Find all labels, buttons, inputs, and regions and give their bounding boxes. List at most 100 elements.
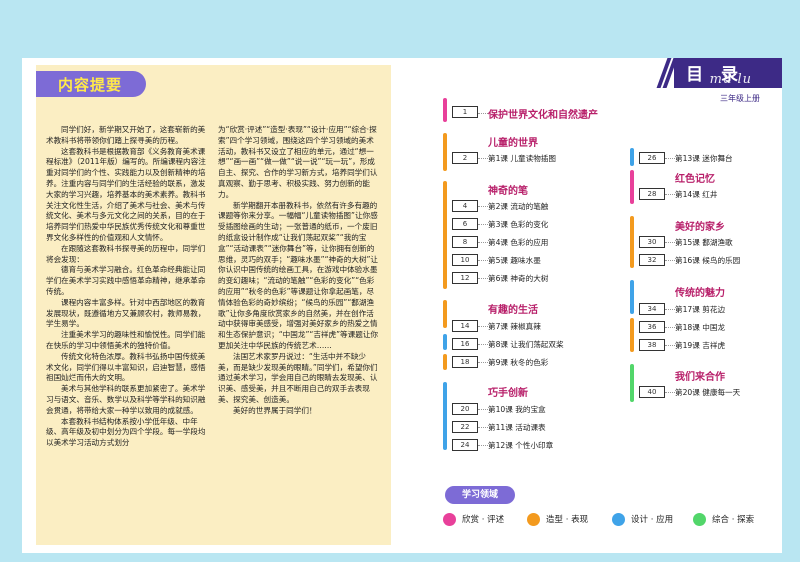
section-bar (630, 170, 634, 204)
dotted-leader (478, 158, 488, 159)
dotted-leader (665, 309, 675, 310)
dotted-leader (478, 113, 488, 114)
lesson-title: 第17课 剪花边 (675, 305, 726, 314)
page-number: 34 (639, 303, 665, 315)
dotted-leader (478, 242, 488, 243)
dotted-leader (665, 327, 675, 328)
lesson-title: 第20课 健康每一天 (675, 388, 741, 397)
summary-paragraph: 在跟随这套教科书探寻美的历程中，同学们将会发现： (46, 243, 206, 264)
lesson-title: 第11课 活动课表 (488, 423, 546, 432)
page-number: 20 (452, 403, 478, 415)
section-bar (443, 382, 447, 450)
dotted-leader (478, 224, 488, 225)
section-bar (630, 280, 634, 314)
lesson-title: 第4课 色彩的应用 (488, 238, 549, 247)
legend-item-modeling: 造型 · 表现 (527, 513, 588, 527)
legend-label: 欣赏 · 评述 (462, 515, 505, 525)
dotted-leader (665, 158, 675, 159)
lesson-title: 第8课 让我们荡起双桨 (488, 340, 564, 349)
dotted-leader (478, 362, 488, 363)
page-number: 22 (452, 421, 478, 433)
lesson-title: 第6课 神奇的大树 (488, 274, 549, 283)
lesson-title: 第19课 吉祥虎 (675, 341, 726, 350)
summary-paragraph: 新学期翻开本册教科书，依然有许多有趣的课题等你来分享。一幅幅“儿童读物插图”让你… (218, 200, 379, 350)
summary-paragraph: 德育与美术学习融合。红色革命经典能让同学们在美术学习实践中感悟革命精神，继承革命… (46, 265, 206, 296)
section-bar (443, 98, 447, 122)
lesson-title: 第18课 中国龙 (675, 323, 726, 332)
summary-paragraph: 为“欣赏·评述”“造型·表现”“设计·应用”“综合·探索”四个学习领域，围绕这四… (218, 125, 378, 199)
dotted-leader (478, 344, 488, 345)
green-dot-icon (693, 513, 706, 526)
dotted-leader (665, 242, 675, 243)
legend-label: 综合 · 探索 (712, 515, 755, 525)
lesson-title: 第16课 候鸟的乐园 (675, 256, 741, 265)
page-number: 26 (639, 152, 665, 164)
dotted-leader (478, 260, 488, 261)
page-number: 4 (452, 200, 478, 212)
section-bar (630, 364, 634, 402)
page-number: 8 (452, 236, 478, 248)
section-bar (443, 181, 447, 289)
section-title: 有趣的生活 (488, 305, 538, 316)
lesson-title: 第7课 辣椒真辣 (488, 322, 541, 331)
dotted-leader (478, 278, 488, 279)
section-title: 儿童的世界 (488, 138, 538, 149)
legend-item-design: 设计 · 应用 (612, 513, 673, 527)
dotted-leader (478, 427, 488, 428)
summary-column-1: 同学们好，新学期又开始了，这套崭新的美术教科书将带领你们踏上探寻美的历程。 这套… (46, 125, 209, 449)
page-number: 36 (639, 321, 665, 333)
dotted-leader (665, 392, 675, 393)
dotted-leader (665, 260, 675, 261)
summary-paragraph: 美好的世界属于同学们！ (233, 405, 317, 415)
section-bar (443, 133, 447, 171)
section-title: 我们来合作 (675, 372, 725, 383)
summary-column-2: 为“欣赏·评述”“造型·表现”“设计·应用”“综合·探索”四个学习领域，围绕这四… (218, 125, 381, 417)
page-number: 24 (452, 439, 478, 451)
page-number: 12 (452, 272, 478, 284)
page-number: 30 (639, 236, 665, 248)
lesson-title: 第12课 个性小印章 (488, 441, 554, 450)
toc-header: 目 录 mu lu 三年级上册 (656, 58, 782, 108)
section-bar (630, 318, 634, 352)
page-number: 18 (452, 356, 478, 368)
page-number: 10 (452, 254, 478, 266)
lesson-title: 第14课 红井 (675, 190, 718, 199)
section-bar (443, 354, 447, 370)
section-bar (630, 148, 634, 166)
grade-label: 三年级上册 (720, 94, 760, 103)
lesson-title: 第15课 鄱湖渔歌 (675, 238, 733, 247)
lesson-title: 第1课 儿童读物插图 (488, 154, 556, 163)
orange-dot-icon (527, 513, 540, 526)
section-title: 传统的魅力 (675, 288, 725, 299)
dotted-leader (478, 409, 488, 410)
summary-paragraph: 传统文化特色浓厚。教科书弘扬中国传统美术文化，同学们得以丰富知识，启迪智慧，感悟… (46, 351, 206, 383)
legend-item-synthesis: 综合 · 探索 (693, 513, 754, 527)
summary-title: 内容提要 (58, 76, 123, 94)
section-bar (443, 334, 447, 350)
page-number: 38 (639, 339, 665, 351)
page-number: 32 (639, 254, 665, 266)
section-title: 巧手创新 (488, 388, 528, 399)
summary-paragraph: 同学们好，新学期又开始了，这套崭新的美术教科书将带领你们踏上探寻美的历程。 (46, 125, 206, 145)
summary-paragraph: 法国艺术家罗丹说过：“生活中并不缺少美，而是缺少发现美的眼睛。”同学们，希望你们… (218, 351, 378, 404)
legend-item-appreciation: 欣赏 · 评述 (443, 513, 504, 527)
lesson-title: 第9课 秋冬的色彩 (488, 358, 549, 367)
page-number: 6 (452, 218, 478, 230)
section-bar (630, 216, 634, 268)
summary-paragraph: 美术与其他学科的联系更加紧密了。美术学习与语文、音乐、数学以及科学等学科的知识融… (46, 384, 206, 415)
lesson-title: 第3课 色彩的变化 (488, 220, 549, 229)
page-number: 40 (639, 386, 665, 398)
dotted-leader (478, 206, 488, 207)
page-number: 14 (452, 320, 478, 332)
lesson-title: 第2课 流动的笔触 (488, 202, 549, 211)
pink-dot-icon (443, 513, 456, 526)
blue-dot-icon (612, 513, 625, 526)
lesson-title: 第13课 迷你舞台 (675, 154, 733, 163)
lesson-title: 第5课 趣味水墨 (488, 256, 541, 265)
section-title: 美好的家乡 (675, 222, 725, 233)
toc-pinyin: mu lu (709, 72, 752, 87)
summary-paragraph: 本套教科书结构体系按小学低年级、中年级、高年级及初中划分为四个学段。每一学段均以… (46, 416, 206, 448)
page-number: 16 (452, 338, 478, 350)
summary-paragraph: 课程内容丰富多样。针对中西部地区的教育发展现状，既遵循地方又兼顾农村，教师易教，… (46, 297, 206, 329)
legend-title: 学习领域 (445, 486, 515, 504)
